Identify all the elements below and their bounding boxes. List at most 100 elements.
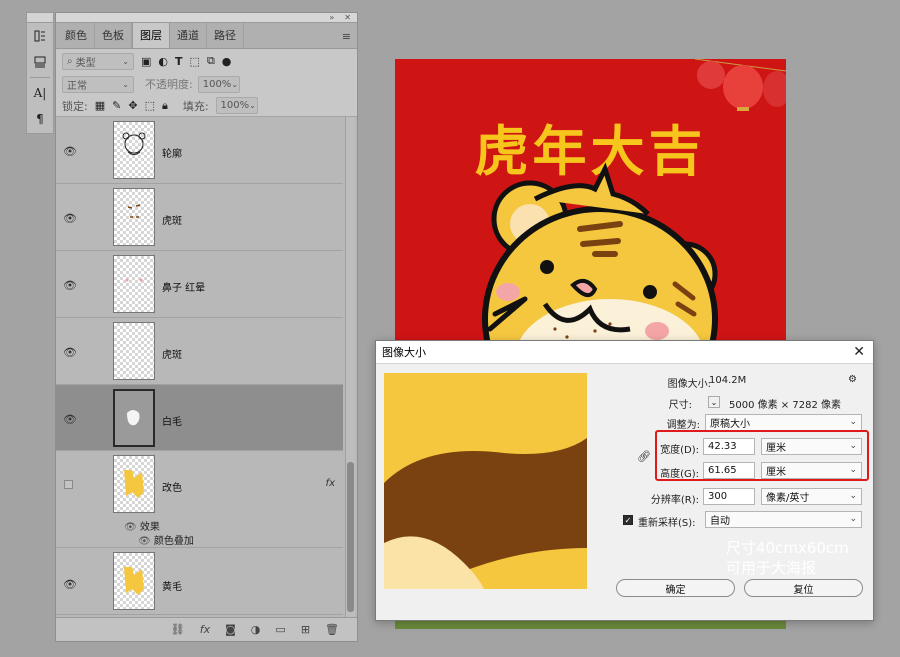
- layer-row[interactable]: 改色 fx 👁︎ 效果 👁︎ 颜色叠加: [56, 451, 343, 548]
- close-panel-icon[interactable]: ✕: [344, 13, 351, 22]
- chevron-down-icon: ⌄: [849, 491, 857, 501]
- lock-paint-icon[interactable]: ✎: [112, 99, 121, 112]
- fit-to-value: 原稿大小: [710, 419, 750, 430]
- eye-icon[interactable]: 👁︎: [138, 536, 151, 547]
- chevron-down-icon: ⌄: [122, 56, 129, 66]
- layer-row[interactable]: 👁︎ 黄毛: [56, 548, 343, 615]
- resolution-unit-select[interactable]: 像素/英寸 ⌄: [761, 488, 862, 505]
- eye-icon[interactable]: 👁︎: [63, 145, 77, 158]
- layer-name: 改色: [162, 483, 182, 494]
- annotation-line-2: 可用于大海报: [726, 559, 817, 577]
- shape-filter-icon[interactable]: ⬚: [190, 55, 200, 68]
- paragraph-icon[interactable]: ¶: [27, 106, 53, 132]
- add-mask-icon[interactable]: ◙: [225, 623, 236, 636]
- lock-all-icon[interactable]: 🔒︎: [162, 99, 168, 113]
- fit-to-select[interactable]: 原稿大小 ⌄: [705, 414, 862, 431]
- panel-footer: ⛓ fx ◙ ◑ ▭ ⊞ 🗑︎: [56, 617, 357, 641]
- collapse-icon[interactable]: »: [329, 13, 334, 22]
- visibility-toggle[interactable]: [64, 480, 73, 489]
- opacity-field[interactable]: 100% ⌄: [197, 75, 240, 93]
- delete-layer-icon[interactable]: 🗑︎: [325, 623, 339, 636]
- new-group-icon[interactable]: ▭: [275, 623, 285, 636]
- fill-value: 100%: [220, 100, 250, 111]
- highlight-box: [655, 430, 869, 481]
- resample-checkbox[interactable]: ✓: [623, 515, 633, 525]
- eye-icon[interactable]: 👁︎: [124, 522, 137, 533]
- eye-icon[interactable]: 👁︎: [63, 212, 77, 225]
- eye-icon[interactable]: 👁︎: [63, 413, 77, 426]
- link-layers-icon[interactable]: ⛓: [171, 623, 185, 636]
- reset-button[interactable]: 复位: [744, 579, 863, 597]
- tab-swatches[interactable]: 色板: [95, 23, 132, 48]
- mini-tool-strip: A| ¶: [26, 12, 54, 134]
- layer-row[interactable]: 👁︎ 虎斑: [56, 318, 343, 385]
- tab-channels[interactable]: 通道: [170, 23, 207, 48]
- close-icon[interactable]: ✕: [853, 344, 865, 360]
- filter-kind-value: 类型: [75, 57, 96, 69]
- dialog-title: 图像大小: [382, 346, 426, 359]
- panel-tabs: 颜色 色板 图层 通道 路径 ≡: [56, 22, 357, 49]
- filter-kind-dropdown[interactable]: ⌕ 类型 ⌄: [62, 52, 134, 70]
- fit-to-label: 调整为:: [666, 420, 700, 431]
- fill-label: 填充:: [182, 99, 209, 113]
- history-icon[interactable]: [27, 23, 53, 49]
- scrollbar-thumb[interactable]: [347, 462, 354, 612]
- tab-paths[interactable]: 路径: [207, 23, 244, 48]
- layer-row[interactable]: 👁︎ 虎斑: [56, 184, 343, 251]
- layer-thumbnail: [113, 322, 155, 380]
- layer-scrollbar[interactable]: [345, 117, 355, 620]
- chevron-down-icon: ⌄: [849, 417, 857, 427]
- resolution-input[interactable]: 300: [703, 488, 755, 505]
- lock-position-icon[interactable]: ✥: [128, 99, 137, 112]
- lantern-decoration: [694, 59, 786, 111]
- add-style-icon[interactable]: fx: [200, 623, 210, 636]
- blend-row: 正常 ⌄ 不透明度: 100% ⌄: [56, 73, 357, 95]
- layer-thumbnail: [113, 455, 155, 513]
- layer-thumbnail: [113, 255, 155, 313]
- layer-thumbnail: [113, 552, 155, 610]
- adjustment-filter-icon[interactable]: ◐: [158, 55, 168, 68]
- blend-mode-value: 正常: [67, 80, 87, 92]
- tab-layers[interactable]: 图层: [132, 22, 170, 48]
- layer-thumbnail: [113, 121, 155, 179]
- resample-label: 重新采样(S):: [638, 518, 696, 529]
- adjustment-layer-icon[interactable]: ◑: [251, 623, 261, 636]
- image-preview[interactable]: [384, 373, 587, 589]
- properties-icon[interactable]: [27, 49, 53, 75]
- ok-button[interactable]: 确定: [616, 579, 735, 597]
- layer-row[interactable]: 👁︎ 鼻子 红晕: [56, 251, 343, 318]
- image-size-dialog: 图像大小 ✕ 图像大小: 104.2M ⚙︎ 尺寸: ⌄ 5000 像素 × 7…: [375, 340, 874, 621]
- fx-badge[interactable]: fx: [326, 478, 335, 489]
- layer-row[interactable]: 👁︎ 轮廓: [56, 117, 343, 184]
- dimensions-toggle[interactable]: ⌄: [708, 396, 720, 408]
- eye-icon[interactable]: 👁︎: [63, 346, 77, 359]
- new-layer-icon[interactable]: ⊞: [301, 623, 310, 636]
- opacity-label: 不透明度:: [145, 78, 193, 91]
- settings-gear-icon[interactable]: ⚙︎: [848, 374, 857, 385]
- blend-mode-dropdown[interactable]: 正常 ⌄: [62, 75, 134, 93]
- eye-icon[interactable]: 👁︎: [63, 578, 77, 591]
- layer-row-selected[interactable]: 👁︎ 白毛: [56, 385, 343, 451]
- smart-object-filter-icon[interactable]: ⧉: [207, 54, 215, 68]
- lock-artboard-icon[interactable]: ⬚: [145, 99, 155, 112]
- character-icon[interactable]: A|: [27, 80, 53, 106]
- layers-panel: » ✕ 颜色 色板 图层 通道 路径 ≡ ⌕ 类型 ⌄ ▣ ◐ T ⬚ ⧉ ● …: [55, 12, 358, 642]
- type-filter-icon[interactable]: T: [175, 55, 183, 68]
- image-filter-icon[interactable]: ▣: [141, 55, 151, 68]
- lock-transparent-icon[interactable]: ▦: [95, 99, 105, 112]
- fill-field[interactable]: 100% ⌄: [215, 97, 258, 114]
- strip-divider: [30, 77, 50, 78]
- lock-label: 锁定:: [62, 99, 88, 113]
- effect-item-row[interactable]: 👁︎ 颜色叠加: [138, 532, 194, 547]
- filter-toggle-icon[interactable]: ●: [222, 55, 232, 68]
- effects-row[interactable]: 👁︎ 效果: [124, 518, 160, 533]
- layer-name: 黄毛: [162, 582, 182, 593]
- layer-name: 虎斑: [162, 350, 182, 361]
- panel-menu-icon[interactable]: ≡: [342, 30, 351, 43]
- eye-icon[interactable]: 👁︎: [63, 279, 77, 292]
- resample-select[interactable]: 自动 ⌄: [705, 511, 862, 528]
- layer-filter-row: ⌕ 类型 ⌄ ▣ ◐ T ⬚ ⧉ ●: [56, 49, 357, 73]
- image-size-value: 104.2M: [709, 375, 747, 386]
- strip-grip[interactable]: [27, 13, 53, 23]
- tab-color[interactable]: 颜色: [58, 23, 95, 48]
